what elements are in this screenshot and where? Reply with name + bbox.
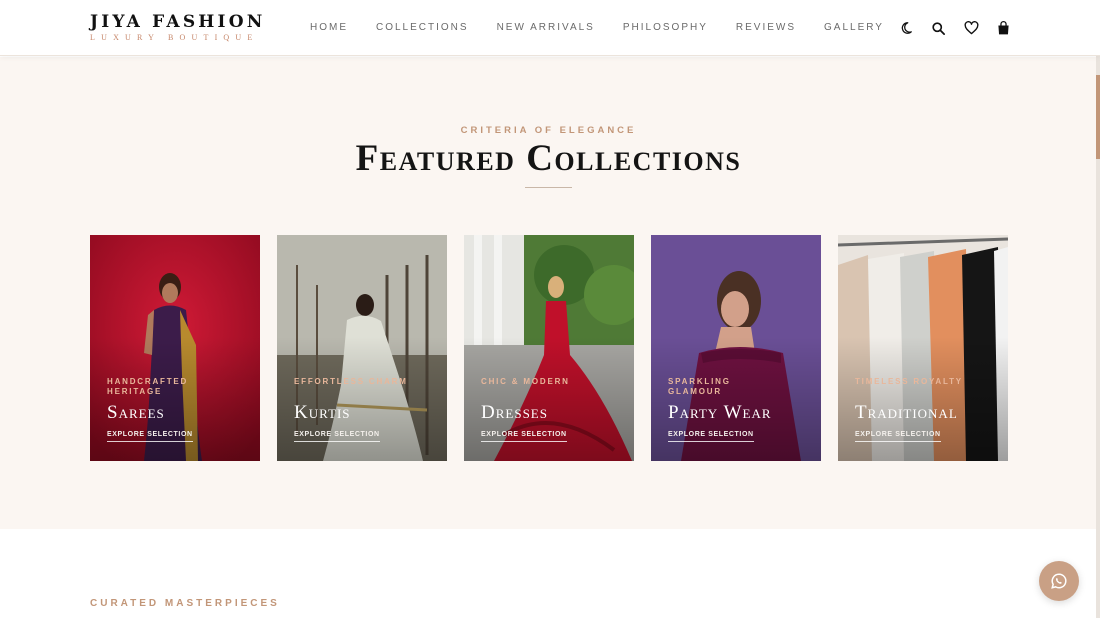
card-subtitle: SPARKLING GLAMOUR	[668, 377, 731, 396]
section-title: Featured Collections	[355, 138, 742, 179]
collection-card-dresses[interactable]: CHIC & MODERN Dresses EXPLORE SELECTION	[464, 235, 634, 461]
main-nav: HOME COLLECTIONS NEW ARRIVALS PHILOSOPHY…	[310, 21, 912, 35]
explore-selection-link[interactable]: EXPLORE SELECTION	[855, 431, 941, 442]
search-icon[interactable]	[929, 18, 949, 38]
collection-card-kurtis[interactable]: EFFORTLESS CHARM Kurtis EXPLORE SELECTIO…	[277, 235, 447, 461]
header-actions	[896, 18, 1026, 38]
nav-item-gallery[interactable]: GALLERY	[824, 21, 884, 35]
card-title: Party Wear	[668, 402, 772, 423]
curated-eyebrow: CURATED MASTERPIECES	[90, 598, 280, 609]
explore-selection-link[interactable]: EXPLORE SELECTION	[668, 431, 754, 442]
brand-logo[interactable]: JIYA FASHION LUXURY BOUTIQUE	[90, 12, 265, 43]
card-title: Sarees	[107, 402, 165, 423]
nav-item-collections[interactable]: COLLECTIONS	[376, 21, 469, 35]
moon-icon[interactable]	[896, 18, 916, 38]
card-subtitle: TIMELESS ROYALTY	[855, 377, 963, 386]
card-title: Kurtis	[294, 402, 351, 423]
brand-tagline: LUXURY BOUTIQUE	[90, 33, 259, 42]
scrollbar-thumb[interactable]	[1096, 75, 1100, 159]
brand-name: JIYA FASHION	[90, 12, 266, 32]
heart-icon[interactable]	[961, 18, 981, 38]
shopping-bag-icon[interactable]	[994, 18, 1014, 38]
section-eyebrow: CRITERIA OF ELEGANCE	[460, 125, 637, 136]
nav-item-philosophy[interactable]: PHILOSOPHY	[623, 21, 708, 35]
title-divider	[525, 187, 572, 188]
nav-item-home[interactable]: HOME	[310, 21, 348, 35]
card-subtitle: CHIC & MODERN	[481, 377, 570, 386]
card-subtitle: EFFORTLESS CHARM	[294, 377, 408, 386]
card-title: Dresses	[481, 402, 548, 423]
card-title: Traditional	[855, 402, 958, 423]
nav-item-reviews[interactable]: REVIEWS	[736, 21, 796, 35]
card-subtitle: HANDCRAFTED HERITAGE	[107, 377, 189, 396]
site-header: JIYA FASHION LUXURY BOUTIQUE HOME COLLEC…	[0, 0, 1100, 56]
explore-selection-link[interactable]: EXPLORE SELECTION	[107, 431, 193, 442]
explore-selection-link[interactable]: EXPLORE SELECTION	[481, 431, 567, 442]
whatsapp-icon	[1051, 573, 1067, 589]
collection-card-party-wear[interactable]: SPARKLING GLAMOUR Party Wear EXPLORE SEL…	[651, 235, 821, 461]
explore-selection-link[interactable]: EXPLORE SELECTION	[294, 431, 380, 442]
featured-collections-section: CRITERIA OF ELEGANCE Featured Collection…	[0, 57, 1100, 529]
collection-card-traditional[interactable]: TIMELESS ROYALTY Traditional EXPLORE SEL…	[838, 235, 1008, 461]
collection-card-sarees[interactable]: HANDCRAFTED HERITAGE Sarees EXPLORE SELE…	[90, 235, 260, 461]
nav-item-new-arrivals[interactable]: NEW ARRIVALS	[497, 21, 595, 35]
whatsapp-button[interactable]	[1039, 561, 1079, 601]
